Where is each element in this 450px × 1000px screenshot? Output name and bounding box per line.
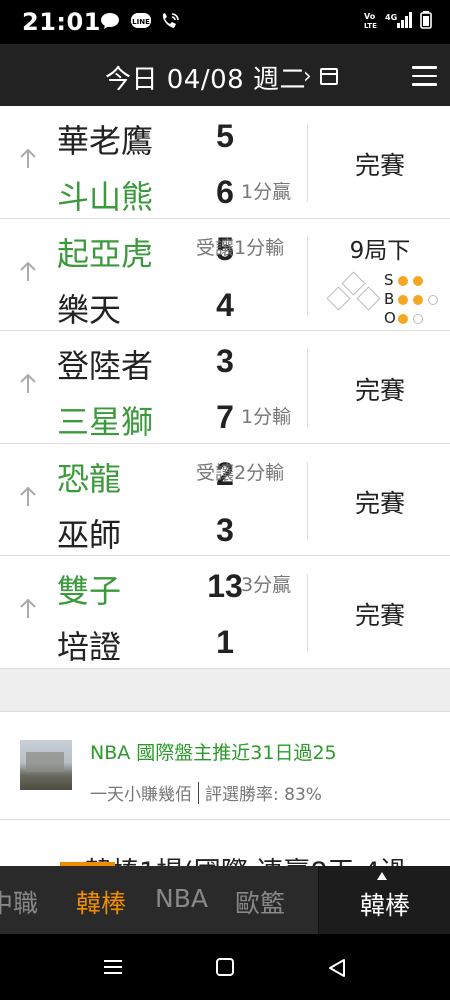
count-dot-filled xyxy=(398,294,408,305)
count-dot-empty xyxy=(428,294,438,305)
arrow-up-icon[interactable] xyxy=(18,486,38,508)
away-team-name: 斗山熊 xyxy=(57,178,154,216)
svg-text:LINE: LINE xyxy=(132,18,150,26)
chevron-right-icon[interactable]: › xyxy=(303,64,312,89)
base-first xyxy=(356,285,381,311)
notification-icons: LINE xyxy=(100,12,180,30)
away-team-score: 4 xyxy=(216,286,234,323)
arrow-up-icon[interactable] xyxy=(18,148,38,170)
handicap-result: 受讓2分輸 xyxy=(196,461,285,484)
count-dot-filled xyxy=(413,275,423,286)
status-bar: 21:01 LINE Vo LTE 4G xyxy=(0,0,450,44)
home-team-name: 恐龍 xyxy=(57,459,122,498)
meta-divider xyxy=(198,782,199,804)
system-nav-bar xyxy=(0,934,450,1000)
game-row[interactable]: 登陸者 三星獅 3 7 1分輸 完賽 xyxy=(0,331,450,444)
game-row[interactable]: 雙子 培證 13 1 3分贏 完賽 xyxy=(0,556,450,669)
calendar-icon[interactable] xyxy=(320,68,338,85)
battery-icon xyxy=(420,11,432,29)
recent-apps-icon[interactable] xyxy=(104,960,122,974)
tab-nba[interactable]: NBA xyxy=(155,884,208,913)
column-divider xyxy=(307,349,308,427)
handicap-result: 受讓1分輸 xyxy=(196,236,285,259)
caret-up-icon xyxy=(377,872,387,880)
game-status: 完賽 xyxy=(354,151,405,180)
away-team-name: 樂天 xyxy=(57,290,122,329)
recommendation-meta: 一天小賺幾佰 評選勝率: 83% xyxy=(90,780,322,805)
arrow-up-icon[interactable] xyxy=(18,598,38,620)
signal-4g-icon: 4G xyxy=(385,12,412,28)
back-icon[interactable] xyxy=(328,958,346,978)
home-team-score: 5 xyxy=(216,118,234,154)
author-avatar xyxy=(20,740,72,790)
home-team-name: 登陸者 xyxy=(57,347,154,385)
arrow-up-icon[interactable] xyxy=(18,261,38,283)
away-team-name: 三星獅 xyxy=(57,403,154,441)
away-team-name: 培證 xyxy=(57,628,122,666)
count-dot-empty xyxy=(413,313,423,324)
next-card-title: 韓棒1場(國際 連贏8天 4過 xyxy=(85,850,407,866)
away-team-name: 巫師 xyxy=(57,515,122,554)
home-team-score: 3 xyxy=(216,343,234,379)
bso-indicator: SBO xyxy=(326,271,446,331)
phone-wifi-icon xyxy=(160,12,180,30)
app-header: 今日 04/08 週二 › xyxy=(0,44,450,106)
count-dot-filled xyxy=(398,313,408,324)
home-team-name: 起亞虎 xyxy=(57,234,154,273)
svg-text:LTE: LTE xyxy=(364,22,377,29)
home-icon[interactable] xyxy=(216,958,234,976)
volte-icon: VoLTE xyxy=(364,12,377,29)
recommendation-title[interactable]: NBA 國際盤主推近31日過25 xyxy=(90,738,337,765)
handicap-result: 3分贏 xyxy=(241,574,292,596)
section-gap xyxy=(0,668,450,712)
column-divider xyxy=(307,124,308,202)
svg-text:Vo: Vo xyxy=(364,12,376,21)
count-dot-filled xyxy=(398,275,408,286)
game-row[interactable]: 起亞虎 樂天 5 4 受讓1分輸 9局下 SBO xyxy=(0,219,450,331)
game-status: 完賽 xyxy=(354,601,405,630)
arrow-up-icon[interactable] xyxy=(18,373,38,395)
handicap-result: 1分贏 xyxy=(241,181,292,203)
column-divider xyxy=(307,461,308,540)
author-name: 一天小賺幾佰 xyxy=(90,785,192,805)
bottom-tab-bar: 中職 韓棒 NBA 歐籃 韓棒 xyxy=(0,866,450,934)
tab-kbo[interactable]: 韓棒 xyxy=(76,884,126,920)
away-team-score: 6 xyxy=(216,174,234,210)
tab-cpbl[interactable]: 中職 xyxy=(0,884,38,920)
game-status: 完賽 xyxy=(354,488,405,518)
recommendation-card[interactable]: NBA 國際盤主推近31日過25 一天小賺幾佰 評選勝率: 83% xyxy=(0,712,450,820)
away-team-score: 7 xyxy=(216,399,234,435)
game-status: 完賽 xyxy=(354,376,405,405)
handicap-result: 1分輸 xyxy=(241,406,292,428)
away-team-score: 3 xyxy=(216,511,234,548)
home-team-name: 華老鷹 xyxy=(57,122,154,160)
bso-label: O xyxy=(384,308,396,327)
next-card-peek[interactable]: 韓棒1場(國際 連贏8天 4過 xyxy=(0,820,450,866)
win-rate: 評選勝率: 83% xyxy=(205,785,322,805)
bso-label: B xyxy=(384,289,395,308)
svg-text:4G: 4G xyxy=(385,13,397,22)
games-list: 華老鷹 斗山熊 5 6 1分贏 完賽 起亞虎 樂天 5 4 受讓1分輸 9局下 … xyxy=(0,106,450,669)
hamburger-menu-icon[interactable] xyxy=(412,66,437,86)
status-time: 21:01 xyxy=(22,8,101,36)
date-title[interactable]: 今日 04/08 週二 xyxy=(105,59,306,96)
game-row[interactable]: 恐龍 巫師 2 3 受讓2分輸 完賽 xyxy=(0,444,450,556)
column-divider xyxy=(307,236,308,315)
tab-euroleague[interactable]: 歐籃 xyxy=(235,884,285,920)
line-app-icon: LINE xyxy=(130,12,151,30)
home-team-name: 雙子 xyxy=(57,572,122,610)
home-team-score: 13 xyxy=(207,568,243,604)
away-team-score: 1 xyxy=(216,624,234,660)
game-row[interactable]: 華老鷹 斗山熊 5 6 1分贏 完賽 xyxy=(0,106,450,219)
game-status: 9局下 xyxy=(349,237,411,264)
system-status-icons: Vo LTE 4G xyxy=(364,11,432,29)
bso-label: S xyxy=(384,270,394,289)
chat-bubble-icon xyxy=(100,12,120,30)
sport-tabs: 中職 韓棒 NBA 歐籃 xyxy=(0,866,312,934)
count-dot-filled xyxy=(413,294,423,305)
current-sport-label: 韓棒 xyxy=(359,891,410,920)
current-sport-selector[interactable]: 韓棒 xyxy=(318,866,450,934)
column-divider xyxy=(307,574,308,652)
